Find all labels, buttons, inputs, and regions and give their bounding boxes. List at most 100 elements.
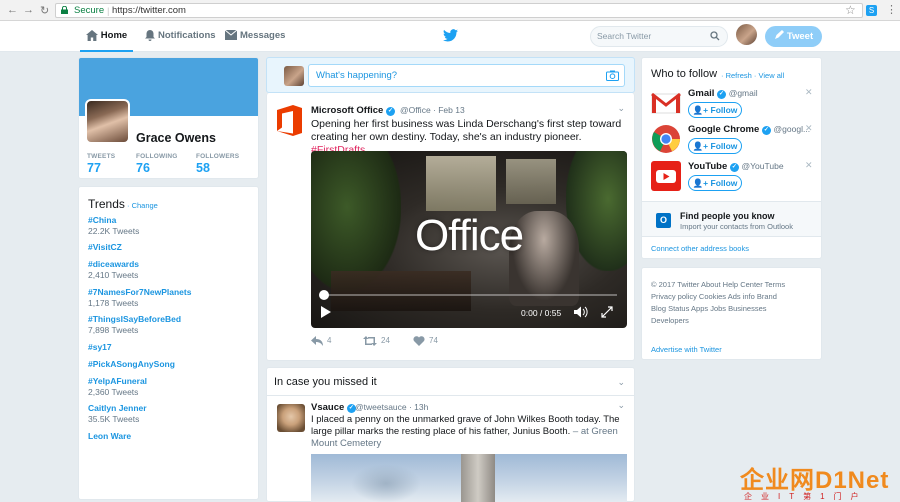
profile-card: Grace Owens TWEETS 77 FOLLOWING 76 FOLLO… — [78, 57, 259, 179]
trend-item[interactable]: #YelpAFuneral — [88, 376, 147, 386]
follow-label: Follow — [710, 105, 738, 115]
trends-panel: Trends · Change #China 22.2K Tweets #Vis… — [78, 186, 259, 500]
trend-item[interactable]: #PickASongAnySong — [88, 359, 175, 369]
tweet-author-name[interactable]: Vsauce ✓ — [311, 402, 356, 413]
tweet-author-name[interactable]: Microsoft Office ✓ — [311, 105, 395, 116]
profile-avatar[interactable] — [85, 99, 130, 144]
play-icon[interactable] — [321, 306, 331, 318]
youtube-logo-icon[interactable] — [651, 161, 681, 191]
retweet-button[interactable]: 24 — [363, 336, 390, 346]
tweet-image[interactable] — [311, 454, 627, 502]
tweet-handle[interactable]: @Office · Feb 13 — [400, 105, 465, 115]
divider: | — [107, 6, 110, 17]
video-frame-table — [331, 271, 471, 311]
chevron-down-icon[interactable]: ⌄ — [617, 103, 625, 114]
follow-account-name[interactable]: Google Chrome ✓ @googl... — [688, 124, 810, 135]
compose-placeholder: What's happening? — [316, 70, 398, 81]
footer-links[interactable]: Blog Status Apps Jobs Businesses — [651, 303, 819, 315]
forward-icon[interactable]: → — [23, 4, 34, 16]
trend-item[interactable]: #ThingsISayBeforeBed — [88, 314, 181, 324]
trend-item[interactable]: Leon Ware — [88, 431, 131, 441]
trend-item[interactable]: Caitlyn Jenner — [88, 403, 147, 413]
video-player[interactable]: Office 0:00 / 0:55 — [311, 151, 627, 328]
chevron-down-icon[interactable]: ⌄ — [617, 400, 625, 411]
tab-home[interactable]: Home — [80, 21, 133, 52]
tweet-text: I placed a penny on the unmarked grave o… — [311, 414, 629, 450]
stat-value-followers[interactable]: 58 — [196, 161, 210, 175]
home-icon — [85, 29, 98, 41]
footer-links[interactable]: Developers — [651, 315, 819, 327]
profile-name[interactable]: Grace Owens — [136, 131, 216, 145]
connect-address-books-link[interactable]: Connect other address books — [651, 244, 749, 253]
tab-notifications[interactable]: Notifications — [145, 21, 216, 52]
retweet-count: 24 — [381, 336, 390, 346]
avatar[interactable] — [736, 24, 757, 45]
trend-item[interactable]: #sy17 — [88, 342, 112, 352]
compose-input[interactable]: What's happening? — [308, 64, 625, 87]
close-icon[interactable]: ✕ — [805, 160, 813, 171]
close-icon[interactable]: ✕ — [805, 123, 813, 134]
avatar[interactable] — [277, 404, 305, 432]
trend-item[interactable]: #VisitCZ — [88, 242, 122, 252]
trends-change-link[interactable]: · Change — [127, 201, 158, 210]
account-name-label: YouTube — [688, 161, 728, 172]
office-logo-icon[interactable] — [277, 105, 303, 136]
follow-button[interactable]: 👤+ Follow — [688, 138, 742, 154]
chrome-logo-icon[interactable] — [651, 124, 681, 154]
tweet[interactable]: Microsoft Office ✓ @Office · Feb 13 ⌄ Op… — [266, 93, 635, 361]
follow-label: Follow — [710, 141, 738, 151]
refresh-view-all-links[interactable]: · Refresh · View all — [721, 71, 784, 80]
tweet-button[interactable]: Tweet — [765, 26, 822, 47]
twitter-bird-icon[interactable] — [443, 29, 458, 42]
watermark-slogan: 企业IT第1门户 — [744, 492, 868, 501]
camera-icon[interactable] — [606, 70, 619, 81]
trend-item[interactable]: #7NamesFor7NewPlanets — [88, 287, 191, 297]
back-icon[interactable]: ← — [7, 4, 18, 16]
chevron-down-icon[interactable]: ⌄ — [617, 368, 625, 396]
find-people-title[interactable]: Find people you know — [680, 211, 775, 221]
search-icon[interactable] — [710, 31, 720, 41]
tab-messages[interactable]: Messages — [224, 21, 285, 52]
tweet-handle[interactable]: @tweetsauce · 13h — [355, 402, 428, 412]
like-button[interactable]: 74 — [413, 336, 438, 346]
tweet-author-label: Vsauce — [311, 402, 345, 413]
follow-label: Follow — [710, 178, 738, 188]
stat-label-followers: FOLLOWERS — [196, 153, 240, 160]
trend-item[interactable]: #diceawards — [88, 259, 139, 269]
url-text[interactable]: https://twitter.com — [112, 4, 186, 17]
footer-links[interactable]: © 2017 Twitter About Help Center Terms — [651, 279, 819, 291]
advertise-link[interactable]: Advertise with Twitter — [651, 345, 722, 354]
stat-value-following[interactable]: 76 — [136, 161, 150, 175]
video-scrubber[interactable] — [319, 290, 329, 300]
who-to-follow-panel: Who to follow · Refresh · View all Gmail… — [641, 57, 822, 259]
stat-value-tweets[interactable]: 77 — [87, 161, 101, 175]
search-input[interactable]: Search Twitter — [590, 26, 728, 47]
trend-item[interactable]: #China — [88, 215, 116, 225]
reload-icon[interactable]: ↻ — [40, 4, 49, 17]
trend-count: 7,898 Tweets — [88, 325, 139, 335]
follow-button[interactable]: 👤+ Follow — [688, 175, 742, 191]
address-bar[interactable]: Secure | https://twitter.com — [55, 3, 863, 18]
follow-account-name[interactable]: Gmail ✓ @gmail — [688, 88, 758, 99]
follow-button[interactable]: 👤+ Follow — [688, 102, 742, 118]
bell-icon — [145, 29, 155, 41]
trend-count: 2,360 Tweets — [88, 387, 139, 397]
secure-label: Secure — [74, 5, 105, 16]
lock-icon — [61, 6, 68, 14]
follow-account-name[interactable]: YouTube ✓ @YouTube — [688, 161, 784, 172]
reply-button[interactable]: 4 — [311, 336, 331, 346]
bookmark-star-icon[interactable]: ☆ — [845, 3, 856, 17]
add-user-icon: 👤+ — [692, 178, 709, 188]
find-people-box[interactable]: O Find people you know Import your conta… — [642, 201, 821, 237]
extension-icon[interactable]: S — [866, 5, 877, 16]
trend-count: 35.5K Tweets — [88, 414, 140, 424]
fullscreen-icon[interactable] — [601, 306, 613, 318]
account-handle: @gmail — [728, 88, 758, 98]
volume-icon[interactable] — [574, 306, 588, 318]
gmail-logo-icon[interactable] — [651, 88, 681, 118]
footer-links[interactable]: Privacy policy Cookies Ads info Brand — [651, 291, 819, 303]
menu-icon[interactable]: ⋮ — [886, 3, 897, 16]
trends-title: Trends — [88, 197, 125, 211]
close-icon[interactable]: ✕ — [805, 87, 813, 98]
video-progress-bar[interactable] — [321, 294, 617, 296]
